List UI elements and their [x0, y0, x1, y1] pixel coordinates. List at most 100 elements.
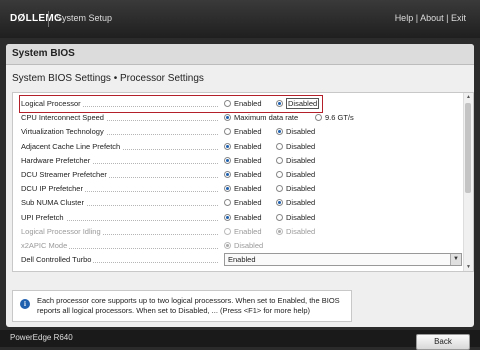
radio-option[interactable]: Disabled [276, 98, 320, 109]
main-panel: System BIOS System BIOS Settings • Proce… [6, 44, 474, 327]
radio-button[interactable] [276, 199, 283, 207]
radio-label: Disabled [234, 241, 264, 250]
radio-button[interactable] [276, 128, 283, 136]
setting-label: Hardware Prefetcher [21, 155, 93, 165]
dellemc-logo: DØLLEMC [10, 13, 62, 24]
setting-label: Logical Processor [21, 99, 83, 108]
setting-row[interactable]: Dell Controlled Turbo Enabled ▼ [13, 253, 463, 267]
radio-option[interactable]: Enabled [224, 127, 262, 136]
scrollbar-thumb[interactable] [465, 103, 471, 193]
setting-dropdown[interactable]: Enabled ▼ [224, 253, 462, 267]
help-text: Each processor core supports up to two l… [37, 296, 340, 315]
radio-option[interactable]: Enabled [224, 142, 262, 151]
setting-row[interactable]: DCU Streamer Prefetcher Enabled Disabled [13, 168, 463, 182]
radio-option[interactable]: Disabled [276, 213, 315, 222]
radio-button[interactable] [276, 142, 283, 150]
radio-button[interactable] [315, 114, 322, 122]
radio-button[interactable] [224, 185, 231, 193]
radio-button[interactable] [276, 171, 283, 178]
radio-option[interactable]: 9.6 GT/s [315, 113, 354, 122]
setting-row[interactable]: UPI Prefetch Enabled Disabled [13, 211, 463, 225]
radio-button[interactable] [276, 156, 283, 164]
back-button[interactable]: Back [416, 334, 470, 350]
radio-option: Enabled [224, 227, 262, 236]
radio-button[interactable] [224, 100, 231, 107]
radio-label: Enabled [234, 127, 262, 137]
radio-label: Disabled [286, 127, 316, 137]
radio-button [276, 227, 283, 235]
setting-row[interactable]: Hardware Prefetcher Enabled Disabled [13, 154, 463, 168]
radio-button [224, 242, 231, 249]
radio-option[interactable]: Maximum data rate [224, 113, 298, 122]
setting-label: DCU IP Prefetcher [21, 184, 85, 194]
radio-option[interactable]: Disabled [276, 156, 315, 165]
help-link[interactable]: Help [395, 13, 414, 23]
radio-label: Enabled [234, 170, 262, 179]
about-link[interactable]: About [420, 13, 444, 23]
radio-option[interactable]: Disabled [276, 170, 315, 179]
setting-row[interactable]: Sub NUMA Cluster Enabled Disabled [13, 196, 463, 210]
dropdown-value: Enabled [228, 255, 256, 265]
radio-button[interactable] [276, 213, 283, 221]
setting-label: Sub NUMA Cluster [21, 198, 86, 208]
chevron-down-icon[interactable]: ▼ [450, 254, 461, 266]
scroll-down-icon[interactable]: ▼ [464, 263, 473, 271]
title-divider [48, 11, 49, 27]
radio-button[interactable] [224, 142, 231, 150]
setting-row[interactable]: CPU Interconnect Speed Maximum data rate 9… [13, 111, 463, 125]
link-separator: | [446, 13, 449, 23]
radio-option: Disabled [276, 227, 315, 236]
radio-label: Disabled [286, 155, 316, 165]
radio-option[interactable]: Enabled [224, 198, 262, 207]
radio-label: Enabled [234, 212, 262, 222]
setting-row[interactable]: Logical Processor Enabled Disabled [13, 97, 463, 111]
radio-label: Maximum data rate [234, 113, 299, 123]
radio-label: Enabled [234, 198, 262, 208]
scroll-up-icon[interactable]: ▲ [464, 93, 473, 101]
top-links: Help | About | Exit [395, 13, 466, 23]
radio-option[interactable]: Enabled [224, 99, 262, 108]
setting-row: Logical Processor Idling Enabled Disabled [13, 225, 463, 239]
radio-button[interactable] [224, 171, 231, 178]
setting-row[interactable]: Adjacent Cache Line Prefetch Enabled Disab… [13, 140, 463, 154]
radio-button[interactable] [224, 114, 231, 122]
radio-option[interactable]: Disabled [276, 184, 315, 193]
scrollbar[interactable]: ▲ ▼ [463, 93, 473, 271]
panel-title: System BIOS [12, 48, 75, 59]
radio-label: Enabled [234, 155, 262, 165]
radio-option[interactable]: Disabled [276, 127, 315, 136]
radio-label: Disabled [286, 184, 316, 194]
radio-option[interactable]: Disabled [276, 198, 315, 207]
link-separator: | [415, 13, 419, 23]
radio-option[interactable]: Enabled [224, 156, 262, 165]
settings-list: ▲ ▼ Logical Processor Enabled Disabled CPU … [12, 92, 474, 272]
help-box: i Each processor core supports up to two… [12, 290, 352, 322]
radio-option[interactable]: Enabled [224, 170, 262, 179]
radio-option[interactable]: Enabled [224, 213, 262, 222]
app-title: System Setup [56, 13, 113, 23]
setting-row[interactable]: DCU IP Prefetcher Enabled Disabled [13, 182, 463, 196]
radio-button[interactable] [224, 199, 231, 207]
setting-label: UPI Prefetch [21, 212, 66, 222]
radio-button[interactable] [224, 128, 231, 136]
page-subtitle: System BIOS Settings • Processor Setting… [12, 73, 204, 84]
radio-label: Disabled [286, 212, 316, 222]
radio-label: Enabled [234, 99, 262, 108]
exit-link[interactable]: Exit [451, 13, 466, 23]
radio-label: Disabled [286, 198, 316, 208]
setting-row[interactable]: Virtualization Technology Enabled Disabled [13, 125, 463, 139]
radio-label: Enabled [234, 141, 262, 151]
server-model: PowerEdge R640 [10, 333, 73, 342]
setting-label: Logical Processor Idling [21, 226, 103, 236]
radio-label: Disabled [286, 141, 316, 151]
radio-option[interactable]: Disabled [276, 142, 315, 151]
setting-label: CPU Interconnect Speed [21, 113, 106, 123]
radio-button[interactable] [224, 213, 231, 221]
radio-label: Disabled [286, 98, 320, 109]
radio-button[interactable] [276, 185, 283, 193]
radio-label: Disabled [286, 170, 316, 179]
radio-option[interactable]: Enabled [224, 184, 262, 193]
radio-button[interactable] [224, 156, 231, 164]
radio-button[interactable] [276, 100, 283, 107]
radio-label: 9.6 GT/s [325, 113, 354, 123]
